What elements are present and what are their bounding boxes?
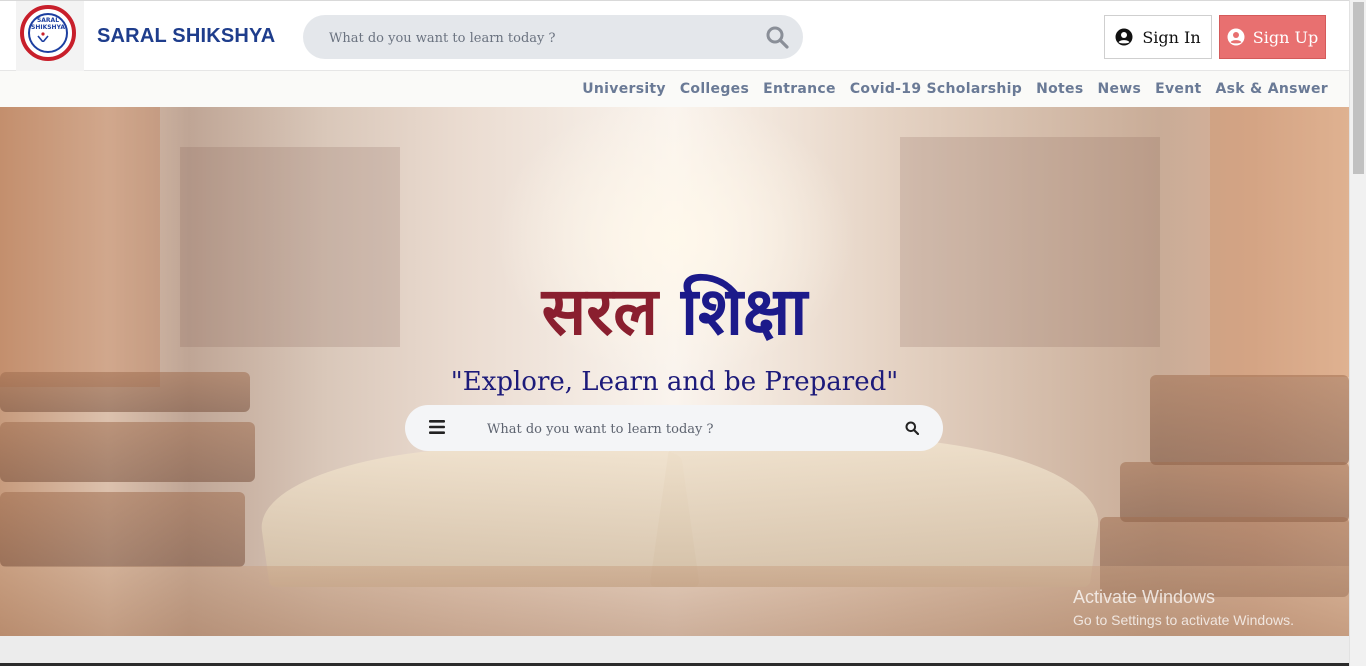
brand-name[interactable]: SARAL SHIKSHYA bbox=[97, 25, 275, 48]
nav-news[interactable]: News bbox=[1097, 81, 1141, 97]
logo-text: SARAL SHIKSHYA bbox=[31, 17, 65, 31]
user-circle-icon bbox=[1227, 28, 1245, 46]
vertical-scrollbar[interactable] bbox=[1349, 0, 1366, 666]
nav-event[interactable]: Event bbox=[1155, 81, 1201, 97]
site-logo[interactable]: SARAL SHIKSHYA bbox=[16, 1, 84, 71]
logo-figure-icon bbox=[37, 32, 49, 42]
watermark-line2: Go to Settings to activate Windows. bbox=[1073, 612, 1294, 628]
main-nav: University Colleges Entrance Covid-19 Sc… bbox=[0, 71, 1349, 107]
user-circle-icon bbox=[1115, 28, 1133, 46]
header-search-bar bbox=[303, 15, 803, 61]
hero-tagline: "Explore, Learn and be Prepared" bbox=[450, 367, 899, 397]
hero-title-word1: सरल bbox=[541, 273, 658, 350]
hero-search-bar bbox=[405, 405, 943, 453]
hero-title: सरल शिक्षा bbox=[0, 272, 1349, 352]
windows-activation-watermark: Activate Windows Go to Settings to activ… bbox=[1073, 587, 1294, 628]
nav-colleges[interactable]: Colleges bbox=[680, 81, 749, 97]
hero-search-input[interactable] bbox=[485, 405, 889, 453]
hero-title-word2: शिक्षा bbox=[680, 273, 808, 350]
watermark-line1: Activate Windows bbox=[1073, 587, 1216, 607]
page-footer-strip bbox=[0, 636, 1349, 666]
sign-in-button[interactable]: Sign In bbox=[1104, 15, 1212, 59]
header: SARAL SHIKSHYA SARAL SHIKSHYA Sign In Si… bbox=[0, 0, 1349, 71]
header-search-input[interactable] bbox=[327, 15, 751, 61]
sign-up-label: Sign Up bbox=[1252, 27, 1319, 47]
scrollbar-thumb[interactable] bbox=[1353, 2, 1364, 174]
sign-in-label: Sign In bbox=[1142, 27, 1201, 47]
nav-covid-scholarship[interactable]: Covid-19 Scholarship bbox=[850, 81, 1022, 97]
logo-emblem: SARAL SHIKSHYA bbox=[20, 5, 76, 61]
hero-banner: सरल शिक्षा "Explore, Learn and be Prepar… bbox=[0, 107, 1349, 636]
nav-ask-answer[interactable]: Ask & Answer bbox=[1215, 81, 1328, 97]
search-icon[interactable] bbox=[905, 421, 919, 435]
menu-icon[interactable] bbox=[429, 420, 445, 434]
sign-up-button[interactable]: Sign Up bbox=[1219, 15, 1326, 59]
nav-university[interactable]: University bbox=[582, 81, 666, 97]
nav-notes[interactable]: Notes bbox=[1036, 81, 1083, 97]
nav-entrance[interactable]: Entrance bbox=[763, 81, 836, 97]
search-icon[interactable] bbox=[765, 25, 789, 49]
